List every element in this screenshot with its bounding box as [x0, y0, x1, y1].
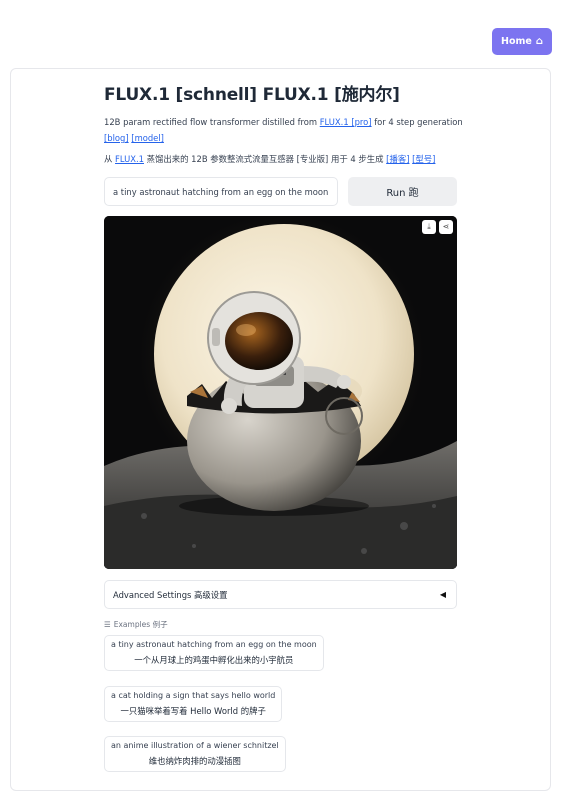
example-en: a tiny astronaut hatching from an egg on… [111, 640, 317, 649]
flux-zh-link[interactable]: FLUX.1 [115, 154, 144, 164]
description-en-links: [blog] [model] [104, 133, 164, 143]
description-zh-text-after: 蒸馏出来的 12B 参数整流式流量互感器 [专业版] 用于 4 步生成 [143, 154, 387, 164]
example-en: a cat holding a sign that says hello wor… [111, 691, 276, 700]
astronaut-egg-illustration [104, 216, 457, 569]
page-title: FLUX.1 [schnell] FLUX.1 [施内尔] [104, 85, 400, 105]
run-button[interactable]: Run 跑 [348, 177, 457, 206]
description-en: 12B param rectified flow transformer dis… [104, 117, 463, 127]
description-en-text-after: for 4 step generation [371, 117, 463, 127]
examples-header: ☰ Examples 例子 [104, 619, 168, 630]
description-zh: 从 FLUX.1 蒸馏出来的 12B 参数整流式流量互感器 [专业版] 用于 4… [104, 153, 435, 165]
advanced-settings-accordion[interactable]: Advanced Settings 高级设置 ◀ [104, 580, 457, 609]
prompt-input[interactable]: a tiny astronaut hatching from an egg on… [104, 177, 338, 206]
flux-pro-link[interactable]: FLUX.1 [pro] [320, 117, 372, 127]
example-en: an anime illustration of a wiener schnit… [111, 741, 279, 750]
model-zh-link[interactable]: [型号] [412, 154, 435, 164]
example-zh: 一个从月球上的鸡蛋中孵化出来的小宇航员 [134, 655, 294, 665]
example-item[interactable]: an anime illustration of a wiener schnit… [104, 736, 286, 772]
blog-link[interactable]: [blog] [104, 133, 129, 143]
example-zh: 一只猫咪举着写着 Hello World 的牌子 [120, 706, 266, 716]
examples-label: Examples 例子 [113, 620, 168, 629]
download-icon[interactable]: ⤓ [422, 220, 436, 234]
blog-zh-link[interactable]: [播客] [386, 154, 409, 164]
advanced-settings-label: Advanced Settings 高级设置 [113, 589, 228, 600]
home-button-label: Home [501, 36, 532, 47]
generated-image: ⤓ ⋖ [104, 216, 457, 569]
description-zh-text: 从 [104, 154, 116, 164]
share-icon[interactable]: ⋖ [439, 220, 453, 234]
example-zh: 维也纳炸肉排的动漫插图 [148, 756, 241, 766]
description-en-text: 12B param rectified flow transformer dis… [104, 117, 320, 127]
model-link[interactable]: [model] [131, 133, 164, 143]
home-button[interactable]: Home ⌂ [492, 28, 552, 55]
home-icon: ⌂ [535, 35, 543, 47]
example-item[interactable]: a cat holding a sign that says hello wor… [104, 686, 283, 722]
list-icon: ☰ [104, 620, 111, 629]
example-item[interactable]: a tiny astronaut hatching from an egg on… [104, 635, 324, 671]
triangle-left-icon: ◀ [439, 590, 446, 599]
